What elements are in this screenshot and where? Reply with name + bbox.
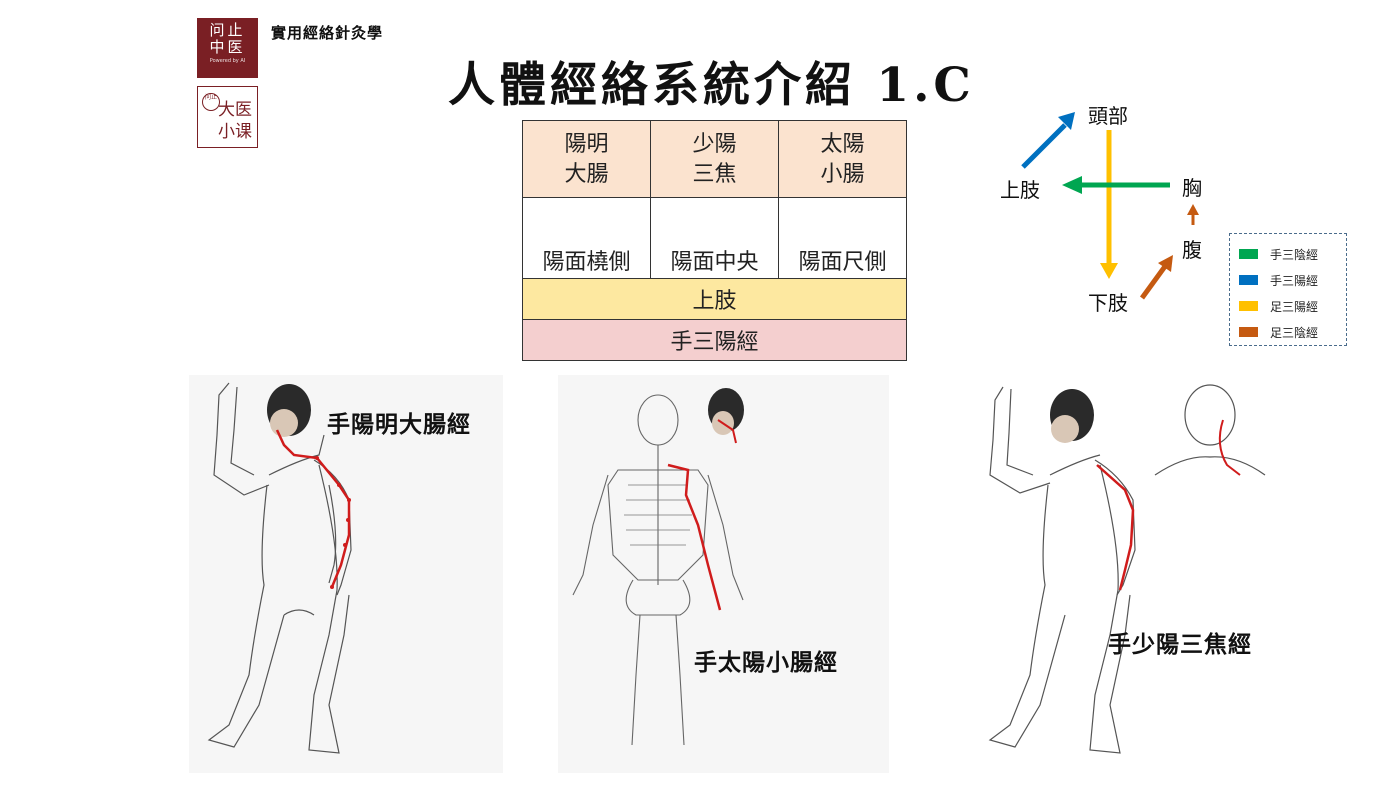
dayi-xiaoke-logo: 问止 大医 小课 [197,86,258,148]
label-chest: 胸 [1182,178,1202,200]
legend-swatch [1239,327,1258,337]
logo-line-1: 问止 [209,21,246,39]
label-upper-limb: 上肢 [1000,180,1040,202]
label-abdomen: 腹 [1182,240,1202,262]
group-cell: 手三陽經 [522,319,907,361]
surface-cell: 陽面尺側 [778,197,907,279]
figure-panel-small-intestine: 手太陽小腸經 [558,375,889,773]
organ-cell: 太陽 小腸 [778,120,907,198]
organ-text: 陽明 大腸 [564,131,609,186]
figure-panel-triple-burner: 手少陽三焦經 [975,375,1295,773]
abdomen-chest-arrowhead [1187,204,1199,215]
organ-text: 少陽 三焦 [692,131,737,186]
legend-swatch [1239,301,1258,311]
legend-swatch [1239,275,1258,285]
figure-label: 手少陽三焦經 [1108,631,1252,658]
legend-label: 手三陽經 [1270,273,1319,288]
surface-cell: 陽面橈側 [522,197,651,279]
legend-item: 足三陰經 [1230,319,1346,345]
label-head: 頭部 [1088,106,1128,128]
legend-item: 手三陽經 [1230,267,1346,293]
legend-label: 手三陰經 [1270,247,1319,262]
skeleton-illustration [572,388,744,746]
legend-label: 足三陰經 [1270,325,1319,340]
limb-cell: 上肢 [522,278,907,320]
legend-swatch [1239,249,1258,259]
legend-item: 足三陽經 [1230,293,1346,319]
foot-yin-arrow [1139,263,1169,300]
meridian-table: 陽明 大腸 少陽 三焦 太陽 小腸 陽面橈側 陽面中央 陽面尺側 上肢 手三陽經 [522,120,907,361]
meridian-path [667,463,722,611]
hand-yang-arrow [1021,123,1067,169]
figure-panel-large-intestine: 手陽明大腸經 [189,375,503,773]
slide-title: 人體經絡系統介紹 1.C [448,58,975,113]
organ-cell: 陽明 大腸 [522,120,651,198]
wenzhi-logo: 问止 中医 Powered by AI [197,18,258,78]
legend-item: 手三陰經 [1230,241,1346,267]
face [270,409,298,437]
course-title: 實用經絡針灸學 [271,24,384,42]
surface-cell: 陽面中央 [650,197,779,279]
logo-secondary-line-2: 小课 [218,122,252,142]
organ-text: 太陽 小腸 [820,131,865,186]
face [1051,415,1079,443]
legend-label: 足三陽經 [1270,299,1319,314]
meridian-path [275,429,351,588]
hand-yin-arrowhead [1062,176,1082,194]
foot-yang-arrowhead [1100,263,1118,279]
figure-label: 手陽明大腸經 [327,411,471,438]
logo-tagline: Powered by AI [209,58,246,64]
legend: 手三陰經 手三陽經 足三陽經 足三陰經 [1229,233,1347,346]
head-meridian-path [1218,419,1241,476]
figure-label: 手太陽小腸經 [694,649,838,676]
logo-line-2: 中医 [209,38,246,56]
organ-cell: 少陽 三焦 [650,120,779,198]
body-illustration [988,384,1266,754]
label-lower-limb: 下肢 [1088,293,1128,315]
